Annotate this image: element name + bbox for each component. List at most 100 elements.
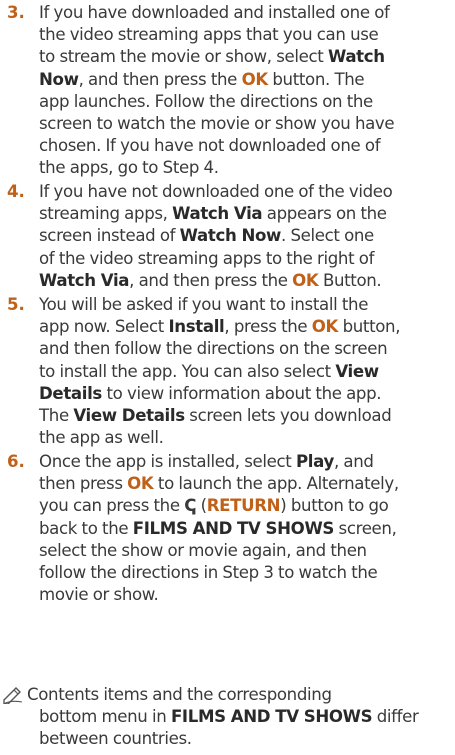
text-segment: ( xyxy=(196,496,207,516)
text-segment: you can press the xyxy=(39,496,185,516)
text-segment: screen to watch the movie or show you ha… xyxy=(39,114,395,134)
bold-term: Watch Now xyxy=(179,226,282,246)
return-icon: ↅ xyxy=(184,496,197,516)
text-segment: button. The xyxy=(267,69,365,89)
pencil-note-icon xyxy=(3,687,23,704)
bold-term: View xyxy=(335,361,379,381)
text-segment: app launches. Follow the directions on t… xyxy=(39,91,373,111)
text-segment: the video streaming apps that you can us… xyxy=(39,25,379,45)
text-line: bottom menu in FILMS AND TV SHOWS differ xyxy=(27,706,427,728)
text-segment: the apps, go to Step 4. xyxy=(39,158,219,178)
text-segment: screen, xyxy=(334,518,397,538)
button-name: OK xyxy=(292,270,319,290)
bold-term: Install xyxy=(168,317,225,337)
text-line: Now, and then press the OK button. The xyxy=(39,69,453,91)
text-segment: then press xyxy=(39,474,128,494)
text-segment: back to the xyxy=(39,518,133,538)
text-segment: streaming apps, xyxy=(39,204,173,224)
text-segment: ) button to go xyxy=(280,496,389,516)
text-line: Once the app is installed, select Play, … xyxy=(39,451,453,473)
text-segment: to install the app. You can also select xyxy=(39,361,336,381)
bold-term: Details xyxy=(39,383,102,403)
step-number: 5. xyxy=(7,295,25,314)
text-line: You will be asked if you want to install… xyxy=(39,294,453,316)
bold-term: View Details xyxy=(73,406,185,426)
text-segment: , and then press the xyxy=(78,69,242,89)
text-line: Watch Via, and then press the OK Button. xyxy=(39,270,453,292)
text-segment: to stream the movie or show, select xyxy=(39,47,328,67)
text-line: between countries. xyxy=(27,728,427,750)
text-segment: and then follow the directions on the sc… xyxy=(39,339,388,359)
text-line: Details to view information about the ap… xyxy=(39,383,453,405)
text-line: then press OK to launch the app. Alterna… xyxy=(39,473,453,495)
text-segment: select the show or movie again, and then xyxy=(39,540,367,560)
bold-term: Play xyxy=(295,452,334,471)
text-segment: to view information about the app. xyxy=(101,383,382,403)
text-line: back to the FILMS AND TV SHOWS screen, xyxy=(39,518,453,540)
text-segment: You will be asked if you want to install… xyxy=(39,295,369,314)
text-line: follow the directions in Step 3 to watch… xyxy=(39,562,453,584)
text-segment: app now. Select xyxy=(39,317,169,337)
text-line: screen to watch the movie or show you ha… xyxy=(39,113,453,135)
text-line: to install the app. You can also select … xyxy=(39,361,453,383)
text-segment: of the video streaming apps to the right… xyxy=(39,248,375,268)
step-number: 6. xyxy=(7,452,25,471)
text-line: to stream the movie or show, select Watc… xyxy=(39,46,453,68)
text-line: app now. Select Install, press the OK bu… xyxy=(39,316,453,338)
text-line: screen instead of Watch Now. Select one xyxy=(39,225,453,247)
text-segment: If you have downloaded and installed one… xyxy=(39,3,390,22)
text-line: chosen. If you have not downloaded one o… xyxy=(39,135,453,157)
text-line: app launches. Follow the directions on t… xyxy=(39,91,453,113)
text-line: select the show or movie again, and then xyxy=(39,540,453,562)
bold-term: Now xyxy=(39,69,79,89)
text-line: If you have not downloaded one of the vi… xyxy=(39,181,453,203)
bold-term: FILMS AND TV SHOWS xyxy=(132,518,335,538)
step-text: Once the app is installed, select Play, … xyxy=(39,451,453,606)
text-segment: follow the directions in Step 3 to watch… xyxy=(39,563,378,583)
text-segment: screen lets you download xyxy=(184,406,392,426)
button-name: OK xyxy=(127,474,154,494)
text-line: and then follow the directions on the sc… xyxy=(39,338,453,360)
text-line: The View Details screen lets you downloa… xyxy=(39,405,453,427)
text-line: you can press the ↅ (RETURN) button to g… xyxy=(39,495,453,517)
text-segment: screen instead of xyxy=(39,226,180,246)
text-line: If you have downloaded and installed one… xyxy=(39,2,453,24)
text-line: Contents items and the corresponding xyxy=(27,684,427,706)
text-segment: chosen. If you have not downloaded one o… xyxy=(39,136,381,156)
text-line: the app as well. xyxy=(39,427,453,449)
text-segment: Button. xyxy=(318,270,382,290)
text-line: movie or show. xyxy=(39,584,453,606)
text-line: of the video streaming apps to the right… xyxy=(39,248,453,270)
text-segment: If you have not downloaded one of the vi… xyxy=(39,182,393,201)
text-segment: between countries. xyxy=(39,729,192,749)
text-line: the apps, go to Step 4. xyxy=(39,157,453,179)
step-number: 3. xyxy=(7,3,25,22)
step-text: If you have downloaded and installed one… xyxy=(39,2,453,180)
button-name: OK xyxy=(311,317,339,337)
text-line: streaming apps, Watch Via appears on the xyxy=(39,203,453,225)
text-segment: differ xyxy=(372,707,419,727)
text-segment: , press the xyxy=(224,317,312,337)
step-number: 4. xyxy=(7,182,25,201)
button-name: RETURN xyxy=(206,496,281,516)
text-segment: bottom menu in xyxy=(39,707,171,727)
step-text: You will be asked if you want to install… xyxy=(39,294,453,449)
text-segment: the app as well. xyxy=(39,428,164,448)
step-text: If you have not downloaded one of the vi… xyxy=(39,181,453,292)
button-name: OK xyxy=(241,69,269,89)
text-segment: . Select one xyxy=(281,226,374,246)
bold-term: Watch Via xyxy=(172,204,263,224)
text-segment: , and then press the xyxy=(129,270,293,290)
text-line: the video streaming apps that you can us… xyxy=(39,24,453,46)
text-segment: button, xyxy=(338,317,401,337)
note-text: Contents items and the corresponding bott… xyxy=(27,684,427,751)
bold-term: FILMS AND TV SHOWS xyxy=(170,707,373,727)
text-segment: to launch the app. Alternately, xyxy=(153,474,399,494)
text-segment: Once the app is installed, select xyxy=(39,452,296,471)
text-segment: , and xyxy=(333,452,374,471)
text-segment: Contents items and the corresponding xyxy=(27,685,332,704)
bold-term: Watch Via xyxy=(39,270,130,290)
text-segment: movie or show. xyxy=(39,585,159,605)
text-segment: The xyxy=(39,406,74,426)
bold-term: Watch xyxy=(327,47,385,67)
